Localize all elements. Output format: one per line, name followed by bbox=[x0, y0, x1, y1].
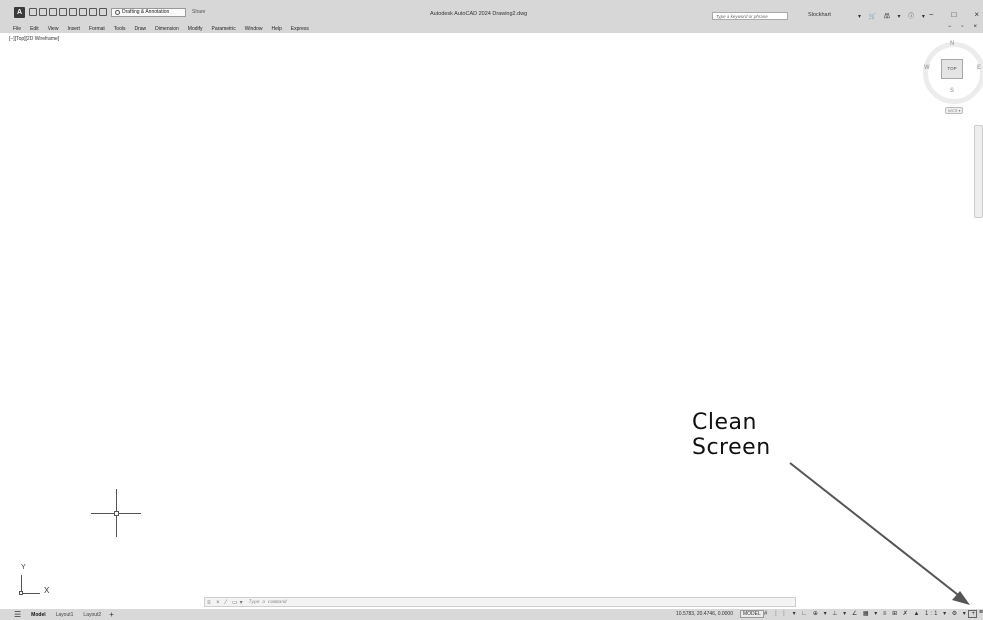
menu-insert[interactable]: Insert bbox=[67, 26, 80, 32]
tab-model[interactable]: Model bbox=[31, 612, 45, 618]
status-bar: ☰ Model Layout1 Layout2 + 10.5783, 20.47… bbox=[0, 609, 983, 620]
compass-north[interactable]: N bbox=[950, 41, 954, 47]
ucs-y-label: Y bbox=[21, 564, 26, 571]
menu-edit[interactable]: Edit bbox=[30, 26, 39, 32]
menu-help[interactable]: Help bbox=[272, 26, 282, 32]
wcs-menu-button[interactable]: WCS ▾ bbox=[945, 107, 964, 114]
menu-view[interactable]: View bbox=[48, 26, 59, 32]
ucs-icon-x-axis bbox=[21, 593, 40, 594]
menu-window[interactable]: Window bbox=[245, 26, 263, 32]
new-file-icon[interactable] bbox=[29, 8, 37, 16]
ucs-x-label: X bbox=[44, 586, 50, 595]
gear-icon bbox=[115, 9, 120, 15]
minimize-button[interactable]: − bbox=[929, 10, 934, 19]
menu-modify[interactable]: Modify bbox=[188, 26, 203, 32]
command-line-icons[interactable]: ≡ × ⁄ ▭▾ bbox=[207, 599, 245, 606]
crosshair-pickbox bbox=[114, 511, 119, 516]
title-bar: A Drafting & Annotation Share Autodesk A… bbox=[0, 0, 983, 24]
command-input[interactable]: Type a command bbox=[249, 600, 287, 605]
share-button[interactable]: Share bbox=[192, 9, 205, 15]
user-account[interactable]: Slockhart bbox=[808, 12, 831, 18]
viewcube[interactable]: N S W E TOP WCS ▾ bbox=[923, 41, 983, 114]
compass-west[interactable]: W bbox=[924, 65, 930, 71]
cart-help-icons[interactable]: ▾ 🛒 品 ▾ ⓘ ▾ bbox=[858, 11, 928, 20]
workspace-label: Drafting & Annotation bbox=[122, 9, 170, 15]
workspace-select[interactable]: Drafting & Annotation bbox=[111, 7, 186, 17]
hamburger-menu-icon[interactable]: ☰ bbox=[14, 610, 21, 619]
callout-arrow bbox=[789, 462, 970, 605]
doc-minimize-button[interactable]: − bbox=[948, 24, 952, 30]
application-menu-button[interactable]: A bbox=[14, 6, 25, 18]
app-title: Autodesk AutoCAD 2024 Drawing2.dwg bbox=[430, 11, 528, 17]
tab-layout2[interactable]: Layout2 bbox=[83, 612, 101, 618]
compass-south[interactable]: S bbox=[950, 88, 954, 94]
plot-icon[interactable] bbox=[79, 8, 87, 16]
model-space-button[interactable]: MODEL bbox=[740, 610, 764, 618]
command-line[interactable]: ≡ × ⁄ ▭▾ Type a command bbox=[204, 597, 796, 607]
callout-line-2: Screen bbox=[692, 435, 771, 460]
menu-express[interactable]: Express bbox=[291, 26, 309, 32]
save-icon[interactable] bbox=[49, 8, 57, 16]
window-controls: − □ × bbox=[929, 10, 979, 19]
menu-format[interactable]: Format bbox=[89, 26, 105, 32]
compass-east[interactable]: E bbox=[977, 65, 981, 71]
menu-tools[interactable]: Tools bbox=[114, 26, 126, 32]
redo-icon[interactable] bbox=[99, 8, 107, 16]
ucs-icon-origin bbox=[19, 591, 23, 595]
clean-screen-button[interactable] bbox=[968, 610, 977, 618]
add-layout-button[interactable]: + bbox=[109, 610, 114, 619]
document-controls: − ▫ × bbox=[948, 24, 977, 30]
menu-file[interactable]: File bbox=[13, 26, 21, 32]
save-as-icon[interactable] bbox=[59, 8, 67, 16]
maximize-button[interactable]: □ bbox=[951, 10, 956, 19]
web-mobile-icon[interactable] bbox=[69, 8, 77, 16]
undo-icon[interactable] bbox=[89, 8, 97, 16]
doc-restore-button[interactable]: ▫ bbox=[961, 24, 963, 30]
viewport-controls[interactable]: [−][Top][2D Wireframe] bbox=[9, 36, 59, 42]
menu-draw[interactable]: Draw bbox=[134, 26, 146, 32]
menu-parametric[interactable]: Parametric bbox=[212, 26, 236, 32]
callout-line-1: Clean bbox=[692, 410, 757, 435]
open-file-icon[interactable] bbox=[39, 8, 47, 16]
drafting-settings-icons[interactable]: # ⋮⋮ ▾ ∟ ⊕ ▾ ⊥ ▾ ∠ ▦ ▾ ≡ ⊞ ✗ ▲ 1:1 ▾ ⚙ ▾… bbox=[764, 610, 977, 617]
coordinates-readout[interactable]: 10.5783, 20.4746, 0.0000 bbox=[676, 611, 733, 617]
close-button[interactable]: × bbox=[974, 10, 979, 19]
menu-dimension[interactable]: Dimension bbox=[155, 26, 179, 32]
tab-layout1[interactable]: Layout1 bbox=[56, 612, 74, 618]
doc-close-button[interactable]: × bbox=[973, 24, 977, 30]
quick-access-toolbar bbox=[29, 8, 107, 16]
search-input[interactable]: Type a keyword or phrase bbox=[712, 12, 788, 20]
customization-button[interactable]: ≡ bbox=[979, 609, 983, 616]
navigation-bar[interactable] bbox=[974, 125, 983, 218]
viewcube-top-face[interactable]: TOP bbox=[941, 59, 963, 79]
menu-bar: File Edit View Insert Format Tools Draw … bbox=[0, 24, 983, 33]
clean-screen-callout: Clean Screen bbox=[692, 410, 771, 460]
